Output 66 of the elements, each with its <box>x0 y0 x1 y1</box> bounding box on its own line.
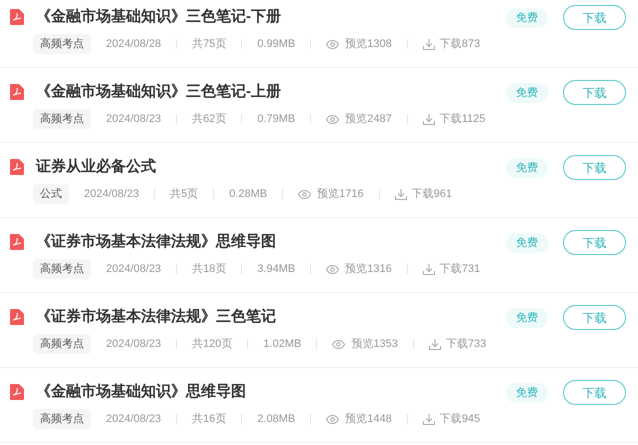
free-badge: 免费 <box>506 232 548 252</box>
preview-count: 预览1316 <box>345 262 392 277</box>
eye-icon <box>298 190 312 198</box>
upload-date: 2024/08/23 <box>106 412 162 427</box>
download-count: 下载961 <box>412 186 452 202</box>
pdf-file-icon <box>10 309 24 325</box>
preview-count: 预览1716 <box>317 186 364 202</box>
download-count: 下载1125 <box>440 112 486 127</box>
page-count: 共62页 <box>192 112 226 127</box>
free-badge: 免费 <box>506 382 548 402</box>
tag: 高频考点 <box>33 409 91 429</box>
download-count: 下载733 <box>446 336 486 352</box>
pdf-file-icon <box>10 9 24 25</box>
tag: 公式 <box>33 184 69 204</box>
tag: 高频考点 <box>33 109 91 129</box>
download-icon <box>422 264 435 274</box>
document-title[interactable]: 《证券市场基本法律法规》三色笔记 <box>36 306 276 328</box>
page-count: 共120页 <box>192 336 232 352</box>
eye-icon <box>326 264 340 274</box>
tag: 高频考点 <box>33 259 91 279</box>
document-title[interactable]: 《金融市场基础知识》三色笔记-下册 <box>36 6 281 28</box>
download-count: 下载945 <box>440 412 480 427</box>
preview-count: 预览2487 <box>345 112 392 127</box>
tag: 高频考点 <box>33 334 91 354</box>
file-size: 1.02MB <box>263 336 302 352</box>
eye-icon <box>332 340 346 348</box>
page-count: 共75页 <box>192 36 226 52</box>
file-size: 0.79MB <box>257 112 296 127</box>
document-title[interactable]: 《金融市场基础知识》三色笔记-上册 <box>36 80 281 104</box>
free-badge: 免费 <box>506 308 548 328</box>
file-size: 3.94MB <box>257 262 296 277</box>
document-title[interactable]: 《金融市场基础知识》思维导图 <box>36 380 246 404</box>
download-icon <box>422 38 435 50</box>
download-icon <box>422 114 435 124</box>
download-icon <box>422 414 435 424</box>
preview-count: 预览1308 <box>345 36 392 52</box>
download-icon <box>394 188 407 200</box>
pdf-file-icon <box>10 234 24 250</box>
tag: 高频考点 <box>33 34 91 54</box>
page-count: 共16页 <box>192 412 226 427</box>
eye-icon <box>326 114 340 124</box>
file-size: 0.99MB <box>257 36 296 52</box>
free-badge: 免费 <box>506 8 548 28</box>
upload-date: 2024/08/23 <box>106 112 162 127</box>
download-count: 下载731 <box>440 262 480 277</box>
document-title[interactable]: 《证券市场基本法律法规》思维导图 <box>36 230 276 254</box>
preview-count: 预览1448 <box>345 412 392 427</box>
page-count: 共18页 <box>192 262 226 277</box>
download-count: 下载873 <box>440 36 480 52</box>
upload-date: 2024/08/23 <box>106 336 162 352</box>
eye-icon <box>326 40 340 48</box>
document-title[interactable]: 证券从业必备公式 <box>36 156 156 178</box>
pdf-file-icon <box>10 384 24 400</box>
free-badge: 免费 <box>506 82 548 102</box>
download-icon <box>428 338 441 350</box>
upload-date: 2024/08/23 <box>106 262 162 277</box>
file-size: 0.28MB <box>229 186 268 202</box>
preview-count: 预览1353 <box>351 336 398 352</box>
free-badge: 免费 <box>506 158 548 178</box>
pdf-file-icon <box>10 159 24 175</box>
upload-date: 2024/08/23 <box>84 186 140 202</box>
page-count: 共5页 <box>170 186 198 202</box>
upload-date: 2024/08/28 <box>106 36 162 52</box>
pdf-file-icon <box>10 84 24 100</box>
eye-icon <box>326 414 340 424</box>
file-size: 2.08MB <box>257 412 296 427</box>
